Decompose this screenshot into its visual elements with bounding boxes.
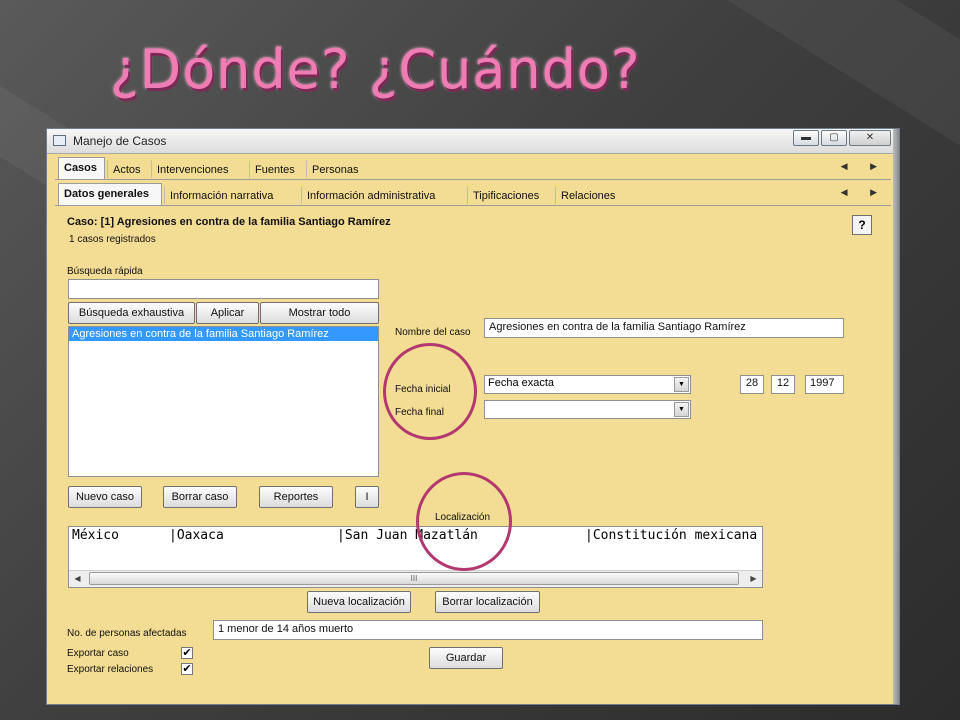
tab-informacion-administrativa[interactable]: Información administrativa — [301, 186, 465, 204]
reports-button[interactable]: Reportes — [259, 486, 333, 508]
tab-tipificaciones[interactable]: Tipificaciones — [467, 186, 555, 204]
case-count: 1 casos registrados — [69, 234, 156, 245]
case-manager-window: Manejo de Casos ▬ ▢ ✕ Casos Actos Interv… — [46, 128, 900, 705]
case-name-label: Nombre del caso — [395, 327, 471, 338]
dropdown-arrow-icon[interactable]: ▼ — [674, 377, 689, 392]
main-tab-bar: Casos Actos Intervenciones Fuentes Perso… — [55, 157, 891, 180]
close-button[interactable]: ✕ — [849, 130, 891, 146]
start-day-input[interactable]: 28 — [740, 375, 764, 394]
location-table[interactable]: México |Oaxaca |San Juan Mazatlán |Const… — [68, 526, 763, 588]
main-tab-scroll-arrows[interactable]: ◀ ▶ — [841, 161, 887, 172]
end-date-type-select[interactable]: ▼ — [484, 400, 691, 419]
new-case-button[interactable]: Nuevo caso — [68, 486, 142, 508]
annotation-circle-dates — [383, 343, 477, 440]
scroll-left-icon[interactable]: ◀ — [69, 571, 86, 586]
help-button[interactable]: ? — [852, 215, 872, 235]
tab-actos[interactable]: Actos — [107, 160, 151, 178]
affected-persons-input[interactable]: 1 menor de 14 años muerto — [213, 620, 763, 640]
maximize-button[interactable]: ▢ — [821, 130, 847, 146]
tab-casos[interactable]: Casos — [58, 157, 105, 179]
export-relations-label: Exportar relaciones — [67, 664, 154, 675]
slide-title: ¿Dónde? ¿Cuándo? — [110, 38, 641, 101]
sub-tab-scroll-arrows[interactable]: ◀ ▶ — [841, 187, 887, 198]
location-locality-cell: |Constitución mexicana — [585, 528, 758, 543]
title-bar[interactable]: Manejo de Casos ▬ ▢ ✕ — [47, 129, 899, 154]
window-controls: ▬ ▢ ✕ — [793, 130, 891, 146]
scrollbar-thumb[interactable]: III — [89, 572, 739, 585]
start-month-input[interactable]: 12 — [771, 375, 795, 394]
affected-persons-label: No. de personas afectadas — [67, 628, 187, 639]
window-title: Manejo de Casos — [73, 134, 167, 148]
export-relations-checkbox[interactable]: ✔ — [181, 663, 193, 675]
export-case-checkbox[interactable]: ✔ — [181, 647, 193, 659]
start-date-type-select[interactable]: Fecha exacta ▼ — [484, 375, 691, 394]
export-case-label: Exportar caso — [67, 648, 129, 659]
location-state-cell: |Oaxaca — [169, 528, 224, 543]
delete-case-button[interactable]: Borrar caso — [163, 486, 237, 508]
sub-tab-bar: Datos generales Información narrativa In… — [55, 183, 891, 206]
exhaustive-search-button[interactable]: Búsqueda exhaustiva — [68, 302, 195, 324]
start-year-input[interactable]: 1997 — [805, 375, 844, 394]
annotation-circle-location — [416, 472, 512, 571]
quick-search-input[interactable] — [68, 279, 379, 299]
case-list[interactable]: Agresiones en contra de la familia Santi… — [68, 326, 379, 477]
tab-informacion-narrativa[interactable]: Información narrativa — [164, 186, 298, 204]
tab-relaciones[interactable]: Relaciones — [555, 186, 621, 204]
start-date-type-value: Fecha exacta — [488, 377, 555, 389]
tab-intervenciones[interactable]: Intervenciones — [151, 160, 249, 178]
location-country-cell: México — [72, 528, 119, 543]
new-location-button[interactable]: Nueva localización — [307, 591, 411, 613]
minimize-button[interactable]: ▬ — [793, 130, 819, 146]
list-item[interactable]: Agresiones en contra de la familia Santi… — [69, 327, 378, 341]
quick-search-label: Búsqueda rápida — [67, 266, 143, 277]
tab-fuentes[interactable]: Fuentes — [249, 160, 306, 178]
save-button[interactable]: Guardar — [429, 647, 503, 669]
window-border — [893, 129, 899, 704]
case-heading: Caso: [1] Agresiones en contra de la fam… — [67, 216, 391, 228]
case-name-input[interactable]: Agresiones en contra de la familia Santi… — [484, 318, 844, 338]
scroll-right-icon[interactable]: ▶ — [745, 571, 762, 586]
tab-personas[interactable]: Personas — [306, 160, 370, 178]
tab-datos-generales[interactable]: Datos generales — [58, 183, 162, 205]
show-all-button[interactable]: Mostrar todo — [260, 302, 379, 324]
apply-button[interactable]: Aplicar — [196, 302, 259, 324]
delete-location-button[interactable]: Borrar localización — [435, 591, 540, 613]
window-icon — [53, 135, 66, 146]
dropdown-arrow-icon[interactable]: ▼ — [674, 402, 689, 417]
info-button[interactable]: I — [355, 486, 379, 508]
horizontal-scrollbar[interactable]: ◀ III ▶ — [69, 570, 762, 587]
